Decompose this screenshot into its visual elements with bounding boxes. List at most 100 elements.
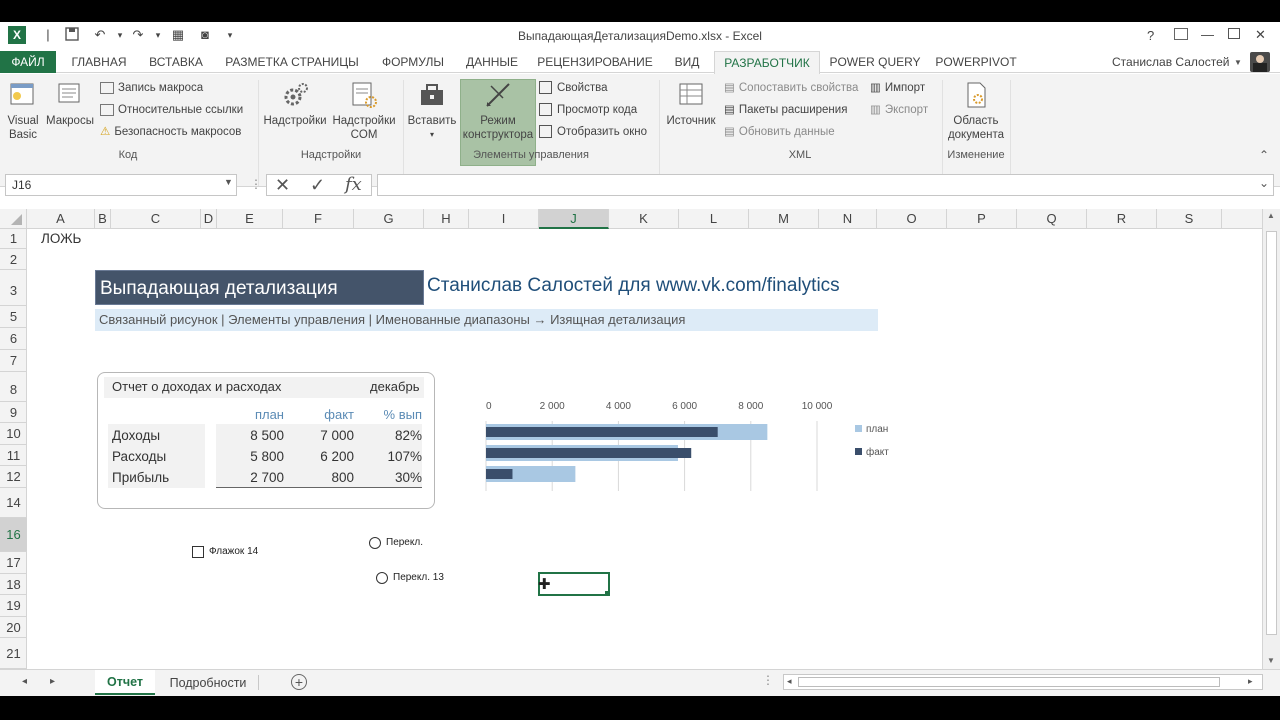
tab-insert[interactable]: ВСТАВКА bbox=[142, 51, 210, 73]
column-header[interactable]: A bbox=[27, 209, 95, 229]
function-icon[interactable]: fx bbox=[345, 174, 362, 195]
redo-dropdown-icon[interactable]: ▾ bbox=[150, 27, 166, 43]
hscroll-left-icon[interactable]: ◂ bbox=[787, 676, 792, 687]
hscroll-thumb[interactable] bbox=[798, 677, 1220, 687]
hscroll-right-icon[interactable]: ▸ bbox=[1248, 676, 1253, 687]
map-properties-button[interactable]: ▤ Сопоставить свойства bbox=[724, 78, 858, 98]
undo-icon[interactable]: ↶ bbox=[92, 27, 108, 43]
tab-review[interactable]: РЕЦЕНЗИРОВАНИЕ bbox=[530, 51, 660, 73]
sheet-tab-details[interactable]: Подробности bbox=[160, 670, 256, 695]
redo-icon[interactable]: ↷ bbox=[130, 27, 146, 43]
help-icon[interactable]: ? bbox=[1147, 28, 1154, 43]
ribbon-display-icon[interactable] bbox=[1174, 28, 1188, 40]
row-header[interactable]: 19 bbox=[0, 595, 27, 617]
refresh-data-button[interactable]: ▤ Обновить данные bbox=[724, 122, 835, 142]
column-header[interactable]: K bbox=[609, 209, 679, 229]
column-header[interactable]: H bbox=[424, 209, 469, 229]
collapse-ribbon-icon[interactable]: ⌃ bbox=[1259, 148, 1269, 162]
view-code-button[interactable]: Просмотр кода bbox=[539, 100, 637, 120]
row-header[interactable]: 21 bbox=[0, 638, 27, 669]
macro-security-button[interactable]: ⚠ Безопасность макросов bbox=[100, 122, 241, 142]
column-header[interactable]: R bbox=[1087, 209, 1157, 229]
column-header[interactable]: D bbox=[201, 209, 217, 229]
horizontal-scrollbar[interactable]: ◂ ▸ bbox=[783, 674, 1263, 690]
cancel-icon[interactable]: ✕ bbox=[275, 175, 290, 196]
enter-icon[interactable]: ✓ bbox=[310, 175, 325, 196]
column-header[interactable]: I bbox=[469, 209, 539, 229]
row-header[interactable]: 2 bbox=[0, 249, 27, 270]
row-header[interactable]: 14 bbox=[0, 488, 27, 518]
relative-refs-button[interactable]: Относительные ссылки bbox=[100, 100, 243, 120]
checkbox[interactable] bbox=[192, 546, 204, 558]
column-header[interactable]: G bbox=[354, 209, 424, 229]
expansion-packs-button[interactable]: ▤ Пакеты расширения bbox=[724, 100, 847, 120]
customize-qat-icon[interactable]: ▾ bbox=[222, 27, 238, 43]
cell-a1[interactable]: ЛОЖЬ bbox=[41, 231, 81, 246]
fill-handle[interactable] bbox=[605, 591, 610, 596]
add-sheet-icon[interactable]: + bbox=[291, 674, 307, 690]
column-header[interactable]: L bbox=[679, 209, 749, 229]
vertical-scrollbar[interactable]: ▲ ▼ bbox=[1262, 209, 1280, 669]
splitter-icon[interactable]: ⋮ bbox=[762, 673, 774, 687]
column-header[interactable]: O bbox=[877, 209, 947, 229]
tab-developer[interactable]: РАЗРАБОТЧИК bbox=[714, 51, 820, 74]
undo-dropdown-icon[interactable]: ▾ bbox=[112, 27, 128, 43]
row-header[interactable]: 20 bbox=[0, 617, 27, 638]
record-macro-button[interactable]: Запись макроса bbox=[100, 78, 203, 98]
properties-button[interactable]: Свойства bbox=[539, 78, 608, 98]
row-header[interactable]: 7 bbox=[0, 350, 27, 372]
design-mode-qat-icon[interactable]: ▦ bbox=[170, 27, 186, 43]
import-button[interactable]: ▥ Импорт bbox=[870, 78, 925, 98]
column-header[interactable]: M bbox=[749, 209, 819, 229]
select-all-button[interactable] bbox=[0, 209, 27, 229]
name-box-dropdown-icon[interactable]: ▼ bbox=[224, 177, 233, 187]
column-header[interactable]: P bbox=[947, 209, 1017, 229]
sheet-tab-report[interactable]: Отчет bbox=[95, 670, 155, 695]
column-header[interactable]: F bbox=[283, 209, 354, 229]
scroll-up-icon[interactable]: ▲ bbox=[1267, 211, 1275, 220]
row-header-selected[interactable]: 16 bbox=[0, 518, 27, 552]
row-header[interactable]: 3 bbox=[0, 270, 27, 306]
user-name[interactable]: Станислав Салостей bbox=[1112, 55, 1229, 69]
row-header[interactable]: 5 bbox=[0, 306, 27, 328]
column-header-selected[interactable]: J bbox=[539, 209, 609, 229]
expand-formula-icon[interactable]: ⌄ bbox=[1259, 176, 1269, 190]
tab-powerpivot[interactable]: POWERPIVOT bbox=[930, 51, 1022, 73]
worksheet[interactable]: ЛОЖЬ Выпадающая детализация Станислав Са… bbox=[28, 229, 1262, 669]
row-header[interactable]: 11 bbox=[0, 445, 27, 466]
column-header[interactable]: S bbox=[1157, 209, 1222, 229]
tab-view[interactable]: ВИД bbox=[666, 51, 708, 73]
tab-page-layout[interactable]: РАЗМЕТКА СТРАНИЦЫ bbox=[218, 51, 366, 73]
tab-data[interactable]: ДАННЫЕ bbox=[460, 51, 524, 73]
tab-file[interactable]: ФАЙЛ bbox=[0, 51, 56, 73]
scrollbar-thumb[interactable] bbox=[1266, 231, 1277, 635]
run-dialog-button[interactable]: Отобразить окно bbox=[539, 122, 647, 142]
row-header[interactable]: 10 bbox=[0, 423, 27, 445]
user-dropdown-icon[interactable]: ▼ bbox=[1234, 58, 1242, 67]
scroll-down-icon[interactable]: ▼ bbox=[1267, 656, 1275, 665]
column-header[interactable]: Q bbox=[1017, 209, 1087, 229]
avatar[interactable] bbox=[1250, 52, 1270, 72]
tab-formulas[interactable]: ФОРМУЛЫ bbox=[372, 51, 454, 73]
row-header[interactable]: 6 bbox=[0, 328, 27, 350]
scroll-tabs-left-icon[interactable]: ◂ bbox=[22, 676, 27, 687]
tab-home[interactable]: ГЛАВНАЯ bbox=[62, 51, 136, 73]
formula-input[interactable] bbox=[377, 174, 1274, 196]
row-header[interactable]: 1 bbox=[0, 229, 27, 249]
column-header[interactable]: B bbox=[95, 209, 111, 229]
close-icon[interactable]: ✕ bbox=[1255, 27, 1266, 43]
camera-icon[interactable]: ◙ bbox=[197, 27, 213, 43]
tab-power-query[interactable]: POWER QUERY bbox=[826, 51, 924, 73]
row-header[interactable]: 12 bbox=[0, 466, 27, 488]
column-header[interactable]: C bbox=[111, 209, 201, 229]
scroll-tabs-right-icon[interactable]: ▸ bbox=[50, 676, 55, 687]
minimize-icon[interactable]: — bbox=[1201, 27, 1214, 42]
column-header[interactable]: N bbox=[819, 209, 877, 229]
row-header[interactable]: 18 bbox=[0, 574, 27, 595]
bar-chart[interactable]: 0 2 000 4 000 6 000 8 000 10 000 план факт bbox=[438, 394, 908, 494]
row-header[interactable]: 17 bbox=[0, 552, 27, 574]
row-header[interactable]: 9 bbox=[0, 402, 27, 423]
restore-icon[interactable] bbox=[1228, 28, 1240, 39]
radio-button-1[interactable] bbox=[369, 537, 381, 549]
row-header[interactable]: 8 bbox=[0, 372, 27, 402]
